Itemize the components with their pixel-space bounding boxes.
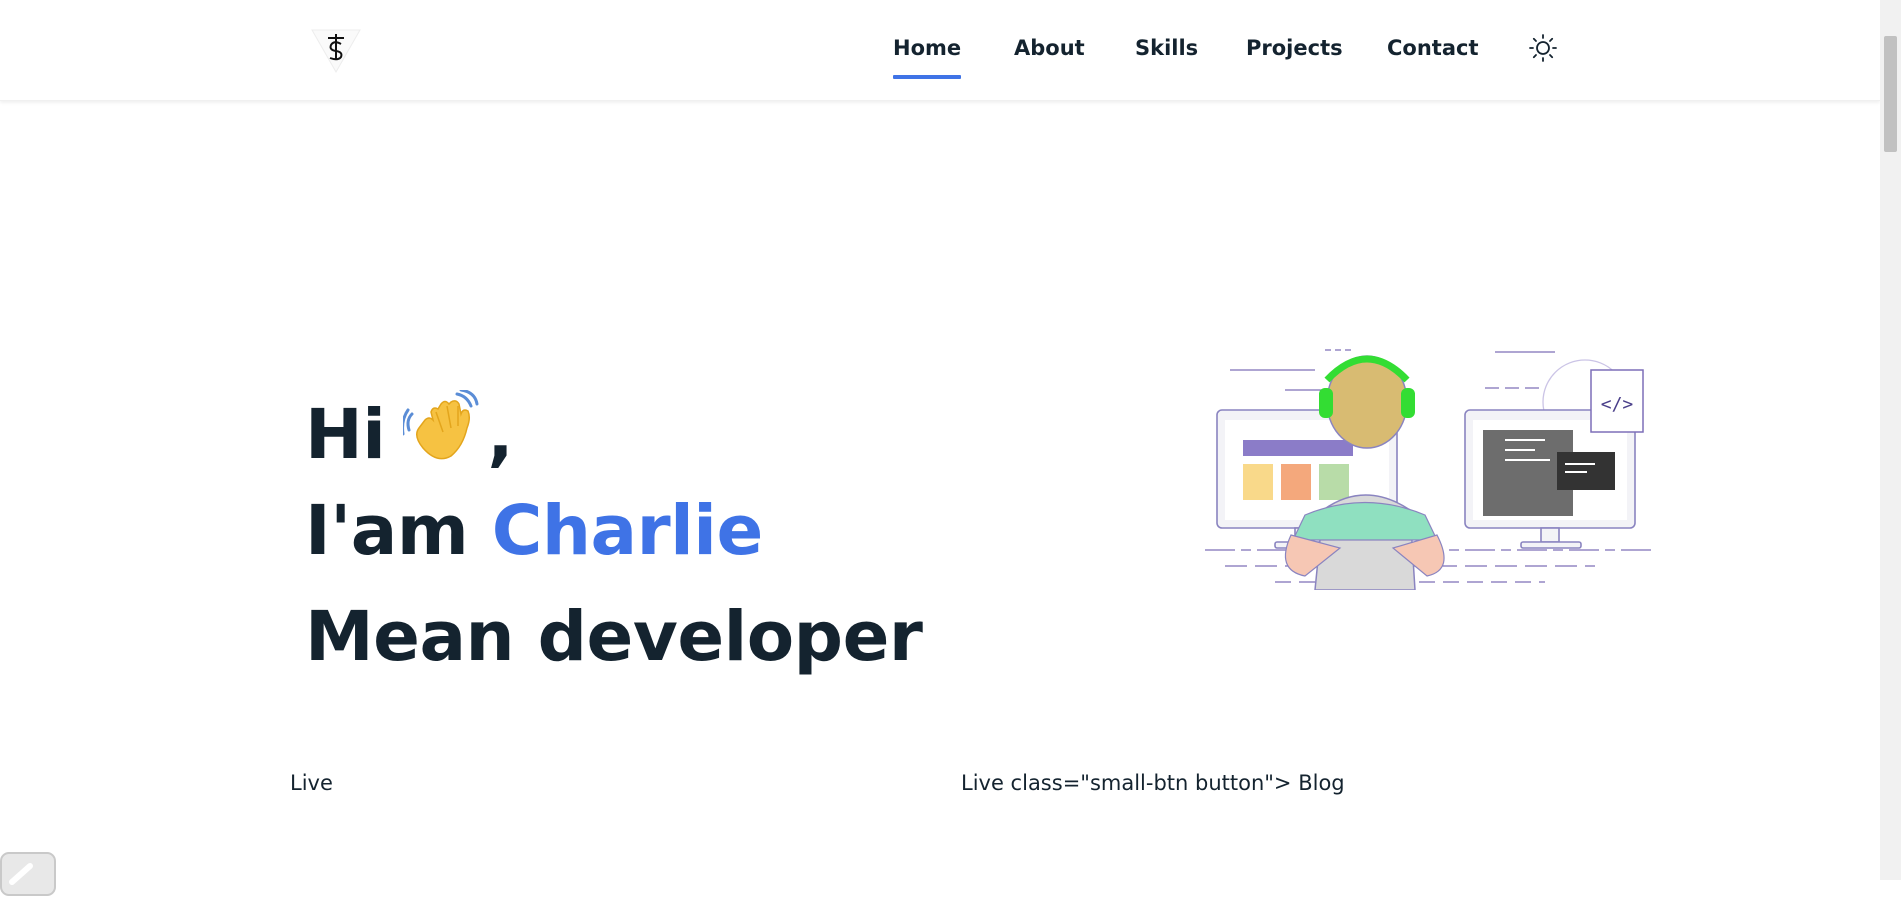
logo[interactable] — [308, 26, 364, 76]
svg-text:</>: </> — [1601, 394, 1634, 415]
hero-greeting: Hi , — [305, 388, 514, 470]
nav-link-skills[interactable]: Skills — [1135, 36, 1198, 60]
vertical-scrollbar[interactable] — [1880, 0, 1901, 880]
waving-hand-icon — [401, 388, 479, 464]
scrollbar-thumb[interactable] — [1884, 36, 1897, 152]
nav-link-contact[interactable]: Contact — [1387, 36, 1479, 60]
arrow-icon — [9, 863, 33, 885]
live-link[interactable]: Live — [290, 771, 333, 795]
sun-icon — [1529, 34, 1557, 62]
developer-illustration: </> — [1205, 340, 1665, 591]
greeting-text: Hi — [305, 395, 386, 475]
intro-prefix: I'am — [305, 491, 469, 571]
ts-logo-icon — [311, 29, 361, 74]
hero-role: Mean developer — [305, 597, 923, 677]
nav-link-projects[interactable]: Projects — [1246, 36, 1343, 60]
greeting-suffix: , — [487, 395, 514, 475]
corner-widget-button[interactable] — [0, 852, 56, 896]
nav-link-about[interactable]: About — [1014, 36, 1085, 60]
hero-name: Charlie — [491, 491, 763, 571]
hero-intro: I'am Charlie — [305, 497, 763, 566]
broken-blog-link-text[interactable]: Live class="small-btn button"> Blog — [961, 771, 1345, 795]
nav-link-home[interactable]: Home — [893, 36, 962, 79]
theme-toggle-button[interactable] — [1528, 33, 1558, 63]
navbar: Home About Skills Projects Contact — [0, 0, 1880, 101]
